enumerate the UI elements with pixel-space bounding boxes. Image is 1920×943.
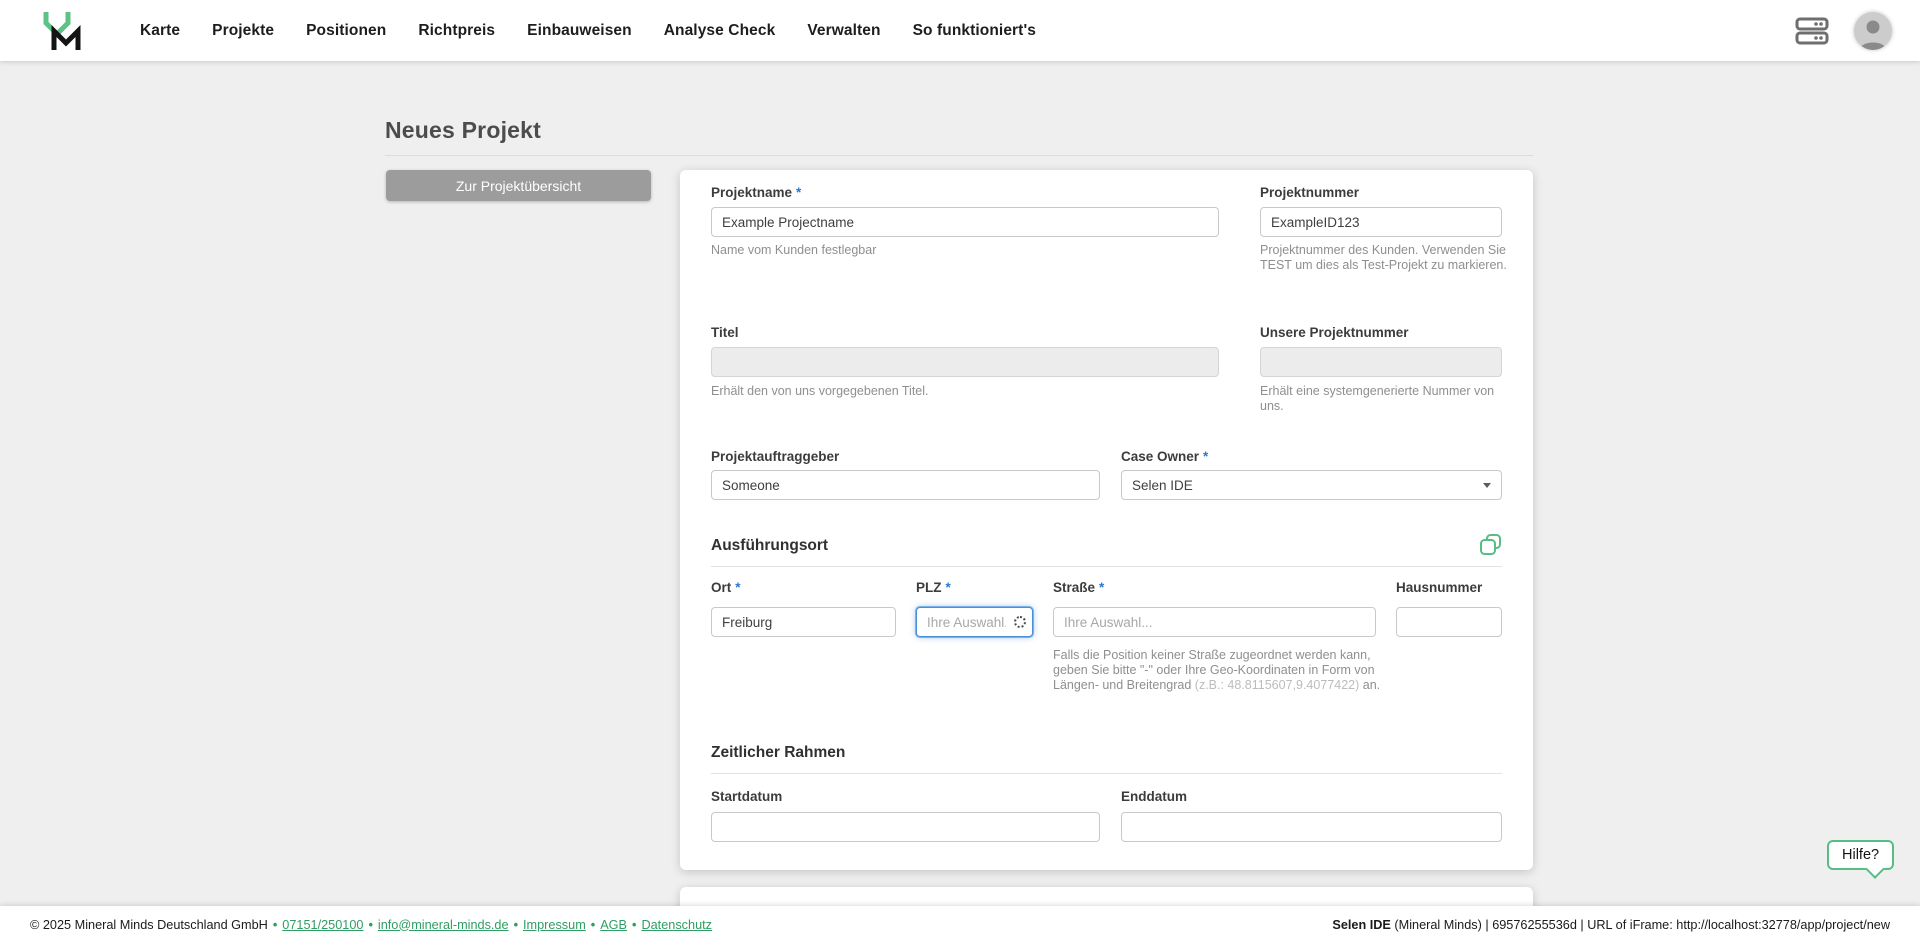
new-project-form-card: Projektname* Name vom Kunden festlegbar … (680, 170, 1533, 870)
titel-helper: Erhält den von uns vorgegebenen Titel. (711, 384, 929, 398)
unsere-projektnummer-input (1260, 347, 1502, 377)
unsere-projektnummer-label: Unsere Projektnummer (1260, 325, 1409, 340)
title-divider (385, 155, 1533, 156)
enddatum-input[interactable] (1121, 812, 1502, 842)
main-nav: Karte Projekte Positionen Richtpreis Ein… (140, 22, 1036, 40)
nav-item-einbauweisen[interactable]: Einbauweisen (527, 22, 632, 40)
nav-item-analyse-check[interactable]: Analyse Check (664, 22, 776, 40)
zeitlicher-rahmen-heading: Zeitlicher Rahmen (711, 744, 846, 761)
person-icon (1860, 20, 1886, 50)
footer-bar: © 2025 Mineral Minds Deutschland GmbH • … (0, 906, 1920, 943)
footer-link-email[interactable]: info@mineral-minds.de (378, 918, 509, 932)
nav-item-so-funktionierts[interactable]: So funktioniert's (913, 22, 1036, 40)
copyright-text: © 2025 Mineral Minds Deutschland GmbH (30, 917, 268, 932)
footer-link-agb[interactable]: AGB (600, 918, 627, 932)
required-asterisk: * (1099, 580, 1105, 595)
nav-item-karte[interactable]: Karte (140, 22, 180, 40)
projektnummer-input[interactable] (1260, 207, 1502, 237)
nav-item-richtpreis[interactable]: Richtpreis (418, 22, 495, 40)
startdatum-input[interactable] (711, 812, 1100, 842)
required-asterisk: * (796, 185, 802, 200)
unsere-projektnummer-helper: Erhält eine systemgenerierte Nummer von … (1260, 384, 1495, 413)
footer-separator: • (590, 917, 596, 932)
nav-item-verwalten[interactable]: Verwalten (807, 22, 880, 40)
required-asterisk: * (945, 580, 951, 595)
footer-link-phone[interactable]: 07151/250100 (282, 918, 363, 932)
page-title: Neues Projekt (385, 117, 541, 143)
enddatum-label: Enddatum (1121, 789, 1187, 804)
footer-link-impressum[interactable]: Impressum (523, 918, 586, 932)
server-icon[interactable] (1794, 13, 1830, 49)
plz-field (916, 607, 1033, 637)
titel-label: Titel (711, 325, 739, 340)
projektauftraggeber-input[interactable] (711, 470, 1100, 500)
loading-spinner-icon (1014, 616, 1026, 628)
case-owner-value[interactable] (1121, 470, 1502, 500)
nav-item-positionen[interactable]: Positionen (306, 22, 386, 40)
required-asterisk: * (735, 580, 741, 595)
nav-item-projekte[interactable]: Projekte (212, 22, 274, 40)
help-button[interactable]: Hilfe? (1827, 840, 1895, 870)
case-owner-select[interactable] (1121, 470, 1502, 501)
footer-session-info: Selen IDE (Mineral Minds) | 69576255536d… (1332, 917, 1890, 932)
case-owner-label: Case Owner * (1121, 449, 1209, 464)
ausfuehrungsort-heading: Ausführungsort (711, 537, 829, 554)
ort-input[interactable] (711, 607, 896, 637)
footer-left: © 2025 Mineral Minds Deutschland GmbH • … (30, 918, 712, 932)
strasse-helper: Falls die Position keiner Straße zugeord… (1053, 648, 1381, 692)
projektnummer-helper: Projektnummer des Kunden. Verwenden Sie … (1260, 243, 1507, 272)
project-overview-button[interactable]: Zur Projektübersicht (386, 170, 651, 201)
strasse-label: Straße * (1053, 580, 1105, 595)
footer-separator: • (513, 917, 519, 932)
projektnummer-label: Projektnummer (1260, 185, 1360, 200)
section-divider (711, 566, 1502, 567)
top-navigation-bar: Karte Projekte Positionen Richtpreis Ein… (0, 0, 1920, 61)
copy-location-icon[interactable] (1478, 532, 1504, 558)
required-asterisk: * (1203, 449, 1209, 464)
ort-label: Ort * (711, 580, 741, 595)
footer-separator: • (632, 917, 637, 932)
projektname-label: Projektname * (711, 185, 802, 200)
projektname-input[interactable] (711, 207, 1219, 237)
titel-input (711, 347, 1219, 377)
footer-separator: • (368, 917, 373, 932)
user-avatar[interactable] (1854, 11, 1892, 50)
section-divider (711, 773, 1502, 774)
hausnummer-label: Hausnummer (1396, 580, 1483, 595)
hausnummer-input[interactable] (1396, 607, 1502, 637)
strasse-input[interactable] (1053, 607, 1376, 637)
footer-separator: • (272, 917, 278, 932)
header-actions (1794, 11, 1892, 50)
footer-link-datenschutz[interactable]: Datenschutz (641, 918, 712, 932)
projektauftraggeber-label: Projektauftraggeber (711, 449, 840, 464)
mineral-minds-logo[interactable] (42, 9, 84, 53)
projektname-helper: Name vom Kunden festlegbar (711, 243, 877, 257)
plz-label: PLZ * (916, 580, 951, 595)
startdatum-label: Startdatum (711, 789, 783, 804)
